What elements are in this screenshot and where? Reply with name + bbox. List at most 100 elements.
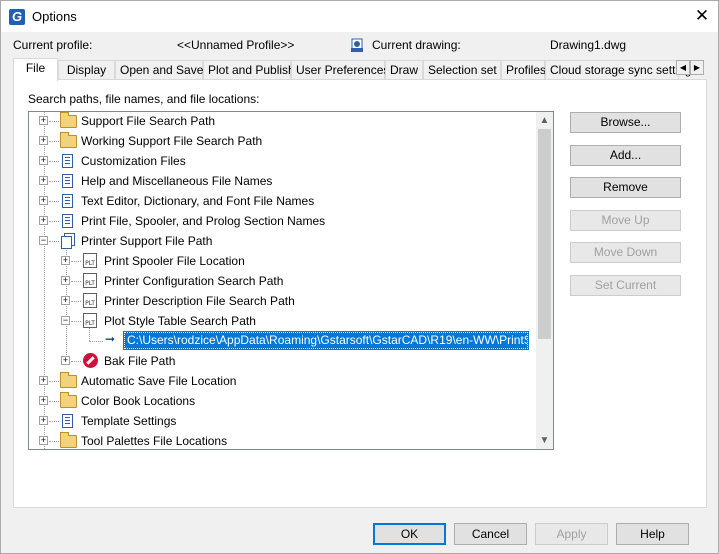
tab-plot-and-publish[interactable]: Plot and Publish [203, 60, 295, 80]
tree-item-label: Print File, Spooler, and Prolog Section … [81, 214, 326, 228]
tab-profiles[interactable]: Profiles [501, 60, 546, 80]
expand-icon[interactable]: + [61, 256, 70, 265]
tree-item-plot-style-table-search-path[interactable]: − PLT Plot Style Table Search Path [29, 312, 537, 330]
tree-line [49, 141, 59, 142]
expand-icon[interactable]: + [39, 116, 48, 125]
tree-line [71, 281, 81, 282]
cancel-button[interactable]: Cancel [454, 523, 527, 545]
tree-item-color-book-locations[interactable]: + Color Book Locations [29, 392, 537, 410]
tree-line [49, 441, 59, 442]
current-profile-label: Current profile: [13, 38, 93, 52]
tree-line [49, 401, 59, 402]
tree-line [49, 121, 59, 122]
move-down-button[interactable]: Move Down [570, 242, 681, 263]
search-paths-heading: Search paths, file names, and file locat… [28, 92, 260, 106]
tree-item-automatic-save-file-location[interactable]: + Automatic Save File Location [29, 372, 537, 390]
gstarcad-logo-icon: G [9, 9, 25, 25]
window-title: Options [32, 9, 77, 24]
tree-item-text-editor-dictionary-font[interactable]: + Text Editor, Dictionary, and Font File… [29, 192, 537, 210]
collapse-icon[interactable]: − [61, 316, 70, 325]
expand-icon[interactable]: + [39, 436, 48, 445]
tree-line [49, 421, 59, 422]
current-drawing-value: Drawing1.dwg [550, 38, 627, 52]
move-up-button[interactable]: Move Up [570, 210, 681, 231]
folder-icon [60, 372, 77, 388]
close-icon[interactable]: ✕ [692, 5, 712, 27]
document-icon [62, 194, 73, 208]
plot-style-path-entry-selected[interactable]: C:\Users\rodzice\AppData\Roaming\Gstarso… [123, 331, 529, 350]
help-button[interactable]: Help [616, 523, 689, 545]
tree-item-support-file-search-path[interactable]: + Support File Search Path [29, 112, 537, 130]
tab-display[interactable]: Display [58, 60, 115, 80]
tab-user-preferences[interactable]: User Preferences [291, 60, 389, 80]
tree-line [49, 381, 59, 382]
tree-item-help-and-misc-file-names[interactable]: + Help and Miscellaneous File Names [29, 172, 537, 190]
add-button[interactable]: Add... [570, 145, 681, 166]
scroll-up-icon[interactable]: ▲ [536, 112, 553, 129]
apply-button[interactable]: Apply [535, 523, 608, 545]
plt-file-icon: PLT [83, 293, 97, 308]
tree-item-working-support-file-search-path[interactable]: + Working Support File Search Path [29, 132, 537, 150]
tree-item-tool-palettes-file-locations[interactable]: + Tool Palettes File Locations [29, 432, 537, 449]
tree-item-label: Color Book Locations [81, 394, 196, 408]
title-bar[interactable]: G Options ✕ [1, 1, 718, 32]
no-entry-icon [83, 353, 98, 368]
expand-icon[interactable]: + [61, 276, 70, 285]
expand-icon[interactable]: + [39, 176, 48, 185]
expand-icon[interactable]: + [39, 156, 48, 165]
file-tab-panel: Search paths, file names, and file locat… [13, 79, 707, 508]
tab-scroll-right-icon[interactable]: ▶ [690, 60, 704, 75]
tab-strip: File Display Open and Save Plot and Publ… [13, 58, 708, 81]
tree-item-customization-files[interactable]: + Customization Files [29, 152, 537, 170]
document-icon [62, 414, 73, 428]
expand-icon[interactable]: + [39, 136, 48, 145]
tree-item-print-spooler-file-location[interactable]: + PLT Print Spooler File Location [29, 252, 537, 270]
search-paths-tree[interactable]: + Support File Search Path + Working Sup… [28, 111, 554, 450]
documents-icon [61, 236, 72, 249]
expand-icon[interactable]: + [39, 216, 48, 225]
tab-draw[interactable]: Draw [385, 60, 423, 80]
tab-file[interactable]: File [13, 58, 58, 81]
tree-item-printer-support-file-path[interactable]: − Printer Support File Path [29, 232, 537, 250]
tree-line [71, 321, 81, 322]
tree-item-label: Customization Files [81, 154, 186, 168]
scrollbar-thumb[interactable] [538, 129, 551, 339]
ok-button[interactable]: OK [373, 523, 446, 545]
drawing-file-icon [350, 38, 365, 54]
tree-line [71, 361, 81, 362]
tab-selection-set[interactable]: Selection set [423, 60, 501, 80]
tree-line [71, 301, 81, 302]
browse-button[interactable]: Browse... [570, 112, 681, 133]
expand-icon[interactable]: + [39, 376, 48, 385]
tree-item-bak-file-path[interactable]: + Bak File Path [29, 352, 537, 370]
tree-item-template-settings[interactable]: + Template Settings [29, 412, 537, 430]
tree-line [49, 201, 59, 202]
expand-icon[interactable]: + [61, 296, 70, 305]
tree-line [49, 181, 59, 182]
remove-button[interactable]: Remove [570, 177, 681, 198]
tree-vertical-scrollbar[interactable]: ▲ ▼ [536, 112, 553, 449]
current-drawing-label: Current drawing: [372, 38, 461, 52]
folder-icon [60, 132, 77, 148]
tree-item-printer-configuration-search-path[interactable]: + PLT Printer Configuration Search Path [29, 272, 537, 290]
set-current-button[interactable]: Set Current [570, 275, 681, 296]
tree-item-label: Printer Support File Path [81, 234, 213, 248]
expand-icon[interactable]: + [39, 196, 48, 205]
scroll-down-icon[interactable]: ▼ [536, 432, 553, 449]
tree-item-printer-description-file-search-path[interactable]: + PLT Printer Description File Search Pa… [29, 292, 537, 310]
tree-item-print-file-spooler-prolog[interactable]: + Print File, Spooler, and Prolog Sectio… [29, 212, 537, 230]
tab-scroll-left-icon[interactable]: ◀ [676, 60, 690, 75]
folder-icon [60, 112, 77, 128]
tree-line [49, 221, 59, 222]
tree-item-label: Automatic Save File Location [81, 374, 237, 388]
tab-cloud-storage-sync-settings[interactable]: Cloud storage sync settings [545, 60, 697, 80]
expand-icon[interactable]: + [39, 416, 48, 425]
tab-open-and-save[interactable]: Open and Save [115, 60, 203, 80]
expand-icon[interactable]: + [39, 396, 48, 405]
options-dialog: G Options ✕ Current profile: <<Unnamed P… [0, 0, 719, 554]
tree-item-label: Help and Miscellaneous File Names [81, 174, 273, 188]
tree-item-label: Tool Palettes File Locations [81, 434, 228, 448]
expand-icon[interactable]: + [61, 356, 70, 365]
collapse-icon[interactable]: − [39, 236, 48, 245]
tree-item-label: Printer Description File Search Path [104, 294, 295, 308]
